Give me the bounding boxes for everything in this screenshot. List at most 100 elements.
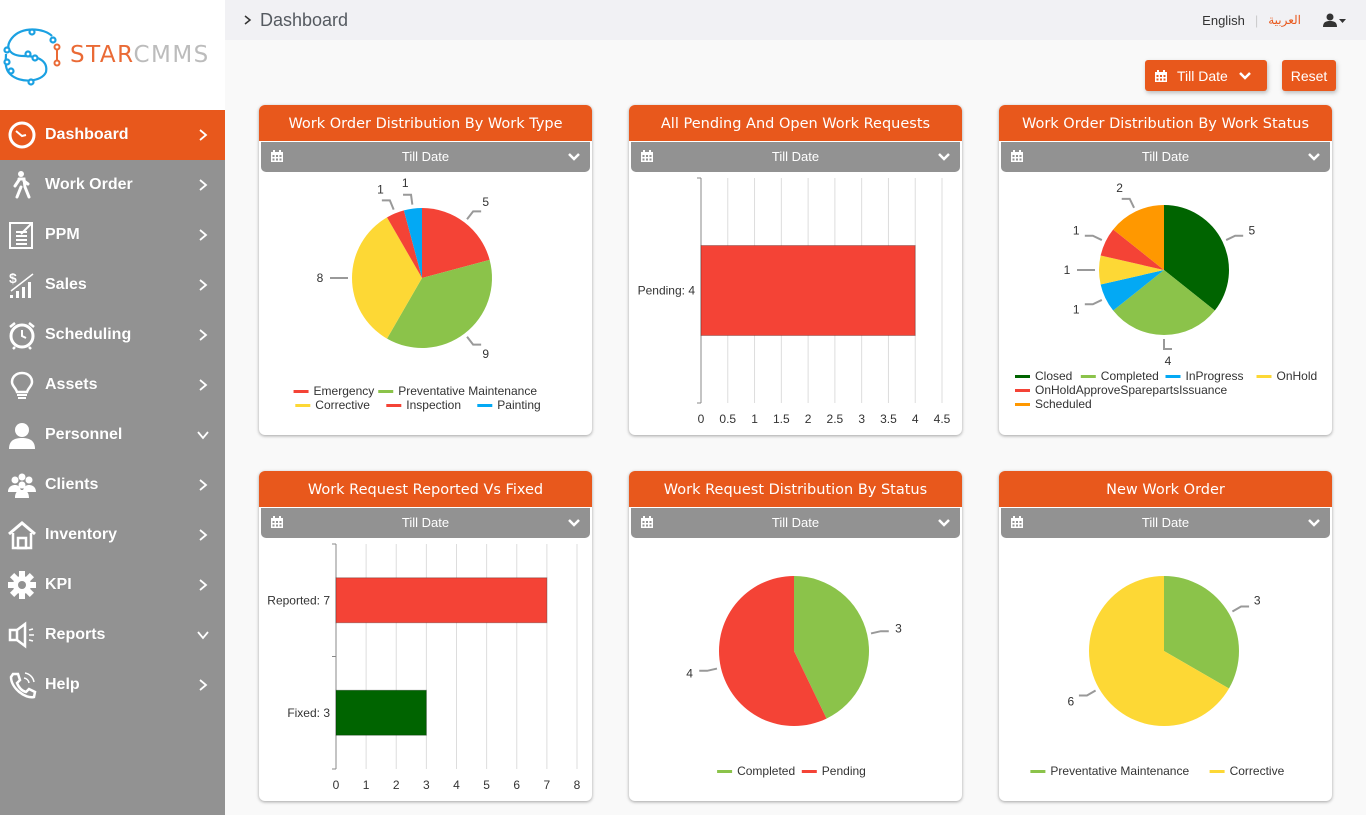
x-tick-label: 3 xyxy=(423,778,430,792)
card-date-filter[interactable]: Till Date xyxy=(631,142,960,172)
sidebar-item-label: Clients xyxy=(45,476,99,493)
pie-svg: 5 4 1 1 1 2 Closed Completed InProgress OnHold OnH… xyxy=(1015,181,1318,411)
x-tick-label: 1 xyxy=(751,412,758,426)
chevron-down-icon xyxy=(1308,153,1320,161)
card-reported-vs-fixed: Work Request Reported Vs Fixed Till Date… xyxy=(259,471,592,801)
chevron-right-icon xyxy=(199,679,208,691)
legend-item-inprogress[interactable]: InProgress xyxy=(1186,369,1244,383)
sidebar-item-label: KPI xyxy=(45,576,72,593)
sidebar-item-dashboard[interactable]: Dashboard xyxy=(0,110,225,160)
legend-item-scheduled[interactable]: Scheduled xyxy=(1035,397,1092,411)
chevron-right-icon xyxy=(199,129,208,141)
sidebar-item-label: Scheduling xyxy=(45,326,132,343)
legend-swatch xyxy=(1015,403,1030,406)
pie-leader-line xyxy=(1084,299,1103,306)
date-range-dropdown[interactable]: Till Date xyxy=(1145,60,1267,91)
sidebar-item-inventory[interactable]: Inventory xyxy=(0,510,225,560)
x-tick-label: 4.5 xyxy=(934,412,951,426)
card-title: All Pending And Open Work Requests xyxy=(629,105,962,141)
bar-chart: 0 0.5 1 1.5 2 2.5 3 3.5 4 4.5 Pending: 4 xyxy=(629,173,962,435)
language-divider: | xyxy=(1254,12,1259,28)
pie-leader-line xyxy=(1231,605,1250,613)
lightbulb-icon xyxy=(6,369,38,401)
sidebar-item-clients[interactable]: Clients xyxy=(0,460,225,510)
pie-chart: 3 6 Preventative Maintenance Corrective xyxy=(999,539,1332,801)
sidebar-item-label: Sales xyxy=(45,276,87,293)
legend-item-closed[interactable]: Closed xyxy=(1035,369,1072,383)
card-date-filter[interactable]: Till Date xyxy=(1001,508,1330,538)
legend-item-preventative-maintenance[interactable]: Preventative Maintenance xyxy=(1050,764,1189,778)
legend-item-onholdapprovesparepartsissuance[interactable]: OnHoldApproveSparepartsIssuance xyxy=(1035,383,1227,397)
sidebar-item-label: Work Order xyxy=(45,176,133,193)
legend-swatch xyxy=(477,404,493,407)
x-tick-label: 2 xyxy=(393,778,400,792)
legend-swatch xyxy=(1080,375,1096,378)
sidebar-item-label: Assets xyxy=(45,376,98,393)
legend-swatch xyxy=(801,770,817,773)
chevron-down-icon xyxy=(197,431,209,440)
chevron-right-icon xyxy=(199,479,208,491)
sidebar-item-ppm[interactable]: PPM xyxy=(0,210,225,260)
users-group-icon xyxy=(6,469,38,501)
chevron-right-icon xyxy=(244,15,252,25)
chevron-right-icon xyxy=(199,579,208,591)
card-title: Work Order Distribution By Work Type xyxy=(259,105,592,141)
legend-item-corrective[interactable]: Corrective xyxy=(1230,764,1285,778)
card-date-filter[interactable]: Till Date xyxy=(261,508,590,538)
y-category-label: Reported: 7 xyxy=(267,593,330,607)
card-request-by-status: Work Request Distribution By Status Till… xyxy=(629,471,962,801)
legend-item-onhold[interactable]: OnHold xyxy=(1277,369,1318,383)
sidebar-item-kpi[interactable]: KPI xyxy=(0,560,225,610)
sidebar-item-help[interactable]: Help xyxy=(0,660,225,710)
legend-item-completed[interactable]: Completed xyxy=(1101,369,1159,383)
legend-item-preventative-maintenance[interactable]: Preventative Maintenance xyxy=(398,384,537,398)
x-tick-label: 4 xyxy=(453,778,460,792)
card-filter-label: Till Date xyxy=(401,515,450,530)
card-date-filter[interactable]: Till Date xyxy=(631,508,960,538)
legend-item-emergency[interactable]: Emergency xyxy=(314,384,375,398)
sidebar-item-sales[interactable]: $ Sales xyxy=(0,260,225,310)
phone-icon xyxy=(6,669,38,701)
sidebar-item-scheduling[interactable]: Scheduling xyxy=(0,310,225,360)
bar-pending-4[interactable] xyxy=(700,245,916,336)
reset-button[interactable]: Reset xyxy=(1282,60,1336,91)
chevron-down-icon xyxy=(568,519,580,527)
x-tick-label: 0 xyxy=(333,778,340,792)
logo[interactable]: STARCMMS xyxy=(0,0,225,110)
user-menu-button[interactable] xyxy=(1323,13,1346,27)
language-english-link[interactable]: English xyxy=(1202,13,1245,28)
card-date-filter[interactable]: Till Date xyxy=(261,142,590,172)
sidebar-item-assets[interactable]: Assets xyxy=(0,360,225,410)
bar-fixed-3[interactable] xyxy=(335,689,427,736)
sidebar-item-personnel[interactable]: Personnel xyxy=(0,410,225,460)
chevron-right-icon xyxy=(199,529,208,541)
legend-item-painting[interactable]: Painting xyxy=(497,398,540,412)
calendar-icon xyxy=(1011,516,1023,528)
pie-leader-line xyxy=(1225,234,1244,241)
pie-chart: 5 9 8 1 1 Emergency Preventative Maintenance Co… xyxy=(259,173,592,435)
pie-data-label: 9 xyxy=(482,347,489,361)
legend-item-pending[interactable]: Pending xyxy=(822,764,866,778)
legend-item-corrective[interactable]: Corrective xyxy=(315,398,370,412)
logo-icon xyxy=(3,28,61,86)
card-work-order-by-type: Work Order Distribution By Work Type Til… xyxy=(259,105,592,435)
chevron-down-icon xyxy=(938,153,950,161)
card-date-filter[interactable]: Till Date xyxy=(1001,142,1330,172)
card-title: Work Request Reported Vs Fixed xyxy=(259,471,592,507)
calendar-icon xyxy=(641,516,653,528)
language-arabic-link[interactable]: العربية xyxy=(1268,13,1301,27)
legend-item-completed[interactable]: Completed xyxy=(737,764,795,778)
walking-person-icon xyxy=(6,169,38,201)
home-icon xyxy=(6,519,38,551)
user-icon xyxy=(1323,13,1337,27)
sidebar-item-reports[interactable]: Reports xyxy=(0,610,225,660)
legend-item-inspection[interactable]: Inspection xyxy=(406,398,461,412)
card-work-order-by-status: Work Order Distribution By Work Status T… xyxy=(999,105,1332,435)
sidebar-item-work-order[interactable]: Work Order xyxy=(0,160,225,210)
chevron-right-icon xyxy=(199,179,208,191)
clock-icon xyxy=(6,119,38,151)
checklist-document-icon xyxy=(6,219,38,251)
sidebar-item-label: Help xyxy=(45,676,80,693)
bar-reported-7[interactable] xyxy=(335,577,548,624)
bar-svg: 0 0.5 1 1.5 2 2.5 3 3.5 4 4.5 Pending: 4 xyxy=(638,177,951,426)
